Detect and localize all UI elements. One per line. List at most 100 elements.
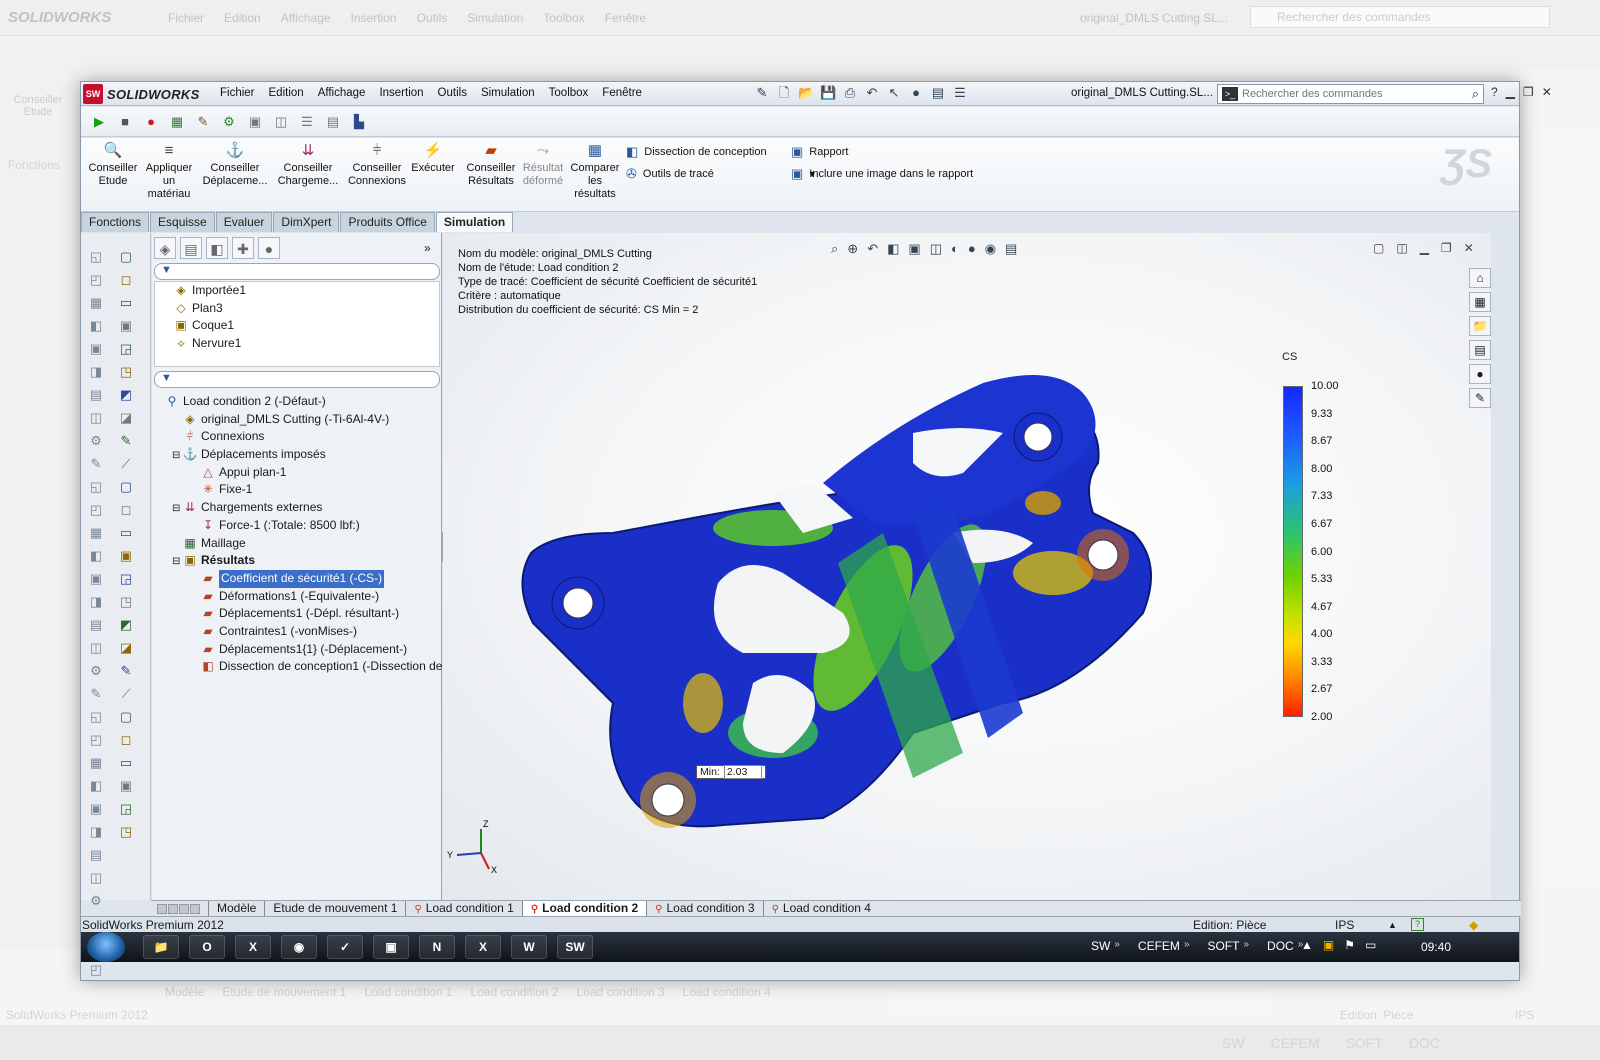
graphics-area[interactable]: ⌕ ⊕ ↶ ◧ ▣ ◫ ◐ ● ◉ ▤ ▢ ◫ ▁ ❐ ✕ Nom du mod… <box>443 233 1491 900</box>
feature-tool-icon[interactable]: ◲ <box>117 571 135 587</box>
appearances-icon[interactable]: ● <box>1469 364 1491 384</box>
study-filter-field[interactable]: ▼ <box>154 371 440 388</box>
cm-report-button[interactable]: ▣ Rapport <box>791 144 848 160</box>
network-icon[interactable]: ▣ <box>373 935 409 959</box>
view-palette-icon[interactable]: ▤ <box>1469 340 1491 360</box>
units-chevron-up-icon[interactable]: ▲ <box>1388 920 1397 930</box>
word-icon[interactable]: W <box>511 935 547 959</box>
cm-results-advisor-button[interactable]: ▰ Conseiller Résultats <box>465 142 517 188</box>
feature-tree-item[interactable]: ▣ Coque1 <box>155 317 439 335</box>
cm-material-button[interactable]: ≡ Appliquer un matériau <box>143 142 195 201</box>
sketch-tool-icon[interactable]: ▣ <box>87 571 105 587</box>
restore-icon[interactable]: ❐ <box>1523 85 1534 99</box>
study-tree-item[interactable]: ⚲ Load condition 2 (-Défaut-) <box>152 393 442 411</box>
feature-filter-field[interactable]: ▼ <box>154 263 440 280</box>
sketch-tool-icon[interactable]: ◱ <box>87 249 105 265</box>
new-document-icon[interactable]: 🗋 <box>776 85 792 101</box>
chevron-right-icon[interactable]: » <box>1243 939 1249 953</box>
firefox-icon[interactable]: ◉ <box>281 935 317 959</box>
feature-tool-icon[interactable]: ▣ <box>117 778 135 794</box>
feature-tool-icon[interactable]: ▭ <box>117 755 135 771</box>
action-center-icon[interactable]: ⚑ <box>1344 938 1355 952</box>
cm-design-study-button[interactable]: ◧ Dissection de conception <box>626 144 767 160</box>
next-tab-icon[interactable] <box>179 903 189 914</box>
sketch-tool-icon[interactable]: ◧ <box>87 778 105 794</box>
status-units[interactable]: IPS <box>1335 918 1354 932</box>
tab-simulation[interactable]: Simulation <box>435 212 514 232</box>
cm-deformed-result-button[interactable]: ⤳ Résultat déformé <box>521 142 565 188</box>
list-icon[interactable]: ☰ <box>297 112 317 132</box>
feature-tool-icon[interactable]: ▢ <box>117 479 135 495</box>
feature-tool-icon[interactable]: ▢ <box>117 249 135 265</box>
sketch-tool-icon[interactable]: ◱ <box>87 709 105 725</box>
custom-properties-icon[interactable]: ✎ <box>1469 388 1491 408</box>
feature-tool-icon[interactable]: ▭ <box>117 295 135 311</box>
cm-compare-results-button[interactable]: ▦ Comparer les résultats <box>569 142 621 201</box>
traffic-light-icon[interactable]: ● <box>908 85 924 101</box>
pin-icon[interactable]: ✎ <box>754 85 770 101</box>
table-icon[interactable]: ▤ <box>323 112 343 132</box>
solidworks-icon[interactable]: SW <box>557 935 593 959</box>
menu-fichier[interactable]: Fichier <box>213 86 262 100</box>
tag-icon[interactable]: ◆ <box>1469 918 1478 932</box>
feature-tool-icon[interactable]: ▣ <box>117 318 135 334</box>
clock[interactable]: 09:40 <box>1421 940 1451 954</box>
folder-icon[interactable]: 📁 <box>143 935 179 959</box>
cm-advisor-button[interactable]: 🔍 Conseiller Etude <box>87 142 139 188</box>
cm-run-button[interactable]: ⚡ Exécuter <box>411 142 455 175</box>
study-tab[interactable]: Modèle <box>208 901 264 916</box>
sketch-tool-icon[interactable]: ◫ <box>87 870 105 886</box>
sketch-tool-icon[interactable]: ▦ <box>87 525 105 541</box>
feature-tool-icon[interactable]: ◻ <box>117 502 135 518</box>
study-tree-item[interactable]: △ Appui plan-1 <box>152 464 442 482</box>
select-icon[interactable]: ↖ <box>886 85 902 101</box>
record-icon[interactable]: ● <box>141 112 161 132</box>
study-tree-item[interactable]: ✳ Fixe-1 <box>152 481 442 499</box>
stop-icon[interactable]: ■ <box>115 112 135 132</box>
sketch-tool-icon[interactable]: ◰ <box>87 502 105 518</box>
sketch-tool-icon[interactable]: ✎ <box>87 456 105 472</box>
chevron-right-icon[interactable]: » <box>1114 939 1120 953</box>
feature-tool-icon[interactable]: ◻ <box>117 272 135 288</box>
collapse-toggle-icon[interactable]: ⊟ <box>172 447 182 464</box>
feature-tool-icon[interactable]: ◳ <box>117 824 135 840</box>
sketch-tool-icon[interactable]: ◰ <box>87 732 105 748</box>
study-tree-item[interactable]: ⊟ ⇊ Chargements externes <box>152 499 442 517</box>
sketch-tool-icon[interactable]: ◰ <box>87 272 105 288</box>
study-tab[interactable]: ⚲ Load condition 4 <box>762 901 879 916</box>
options-icon[interactable]: ☰ <box>952 85 968 101</box>
study-tab[interactable]: ⚲ Load condition 2 <box>521 901 647 916</box>
sketch-tool-icon[interactable]: ⚙ <box>87 663 105 679</box>
edit-study-icon[interactable]: ✎ <box>193 112 213 132</box>
collapse-toggle-icon[interactable]: ⊟ <box>172 553 182 570</box>
feature-tool-icon[interactable]: ⟋ <box>117 686 135 702</box>
taskbar-toolbar-sw[interactable]: SW <box>1091 939 1110 953</box>
study-settings-icon[interactable]: ⚙ <box>219 112 239 132</box>
sketch-tool-icon[interactable]: ▦ <box>87 295 105 311</box>
dimxpert-manager-icon[interactable]: ✚ <box>232 237 254 259</box>
feature-tool-icon[interactable]: ◳ <box>117 594 135 610</box>
tab-esquisse[interactable]: Esquisse <box>150 212 215 232</box>
chart-icon[interactable]: ▙ <box>349 112 369 132</box>
expand-panel-icon[interactable]: » <box>424 241 431 255</box>
feature-manager-icon[interactable]: ◈ <box>154 237 176 259</box>
last-tab-icon[interactable] <box>190 903 200 914</box>
menu-affichage[interactable]: Affichage <box>311 86 373 100</box>
display-manager-icon[interactable]: ● <box>258 237 280 259</box>
study-tab[interactable]: ⚲ Load condition 1 <box>405 901 521 916</box>
study-tab[interactable]: Etude de mouvement 1 <box>264 901 405 916</box>
sketch-tool-icon[interactable]: ⚙ <box>87 893 105 909</box>
property-manager-icon[interactable]: ▤ <box>180 237 202 259</box>
tab-dimxpert[interactable]: DimXpert <box>273 212 340 232</box>
study-tree-item[interactable]: ▰ Déplacements1{1} (-Déplacement-) <box>152 641 442 659</box>
taskbar-toolbar-doc[interactable]: DOC <box>1267 939 1294 953</box>
study-tree-item[interactable]: ◧ Dissection de conception1 (-Dissection … <box>152 658 442 676</box>
outlook-tray-icon[interactable]: ▣ <box>1323 938 1334 952</box>
sketch-tool-icon[interactable]: ◨ <box>87 594 105 610</box>
feature-tree-item[interactable]: ◈ Importée1 <box>155 282 439 300</box>
excel-icon[interactable]: X <box>465 935 501 959</box>
help-icon[interactable]: ? <box>1491 85 1498 99</box>
network-icon[interactable]: ▭ <box>1365 938 1376 952</box>
study-tree-item[interactable]: ▰ Coefficient de sécurité1 (-CS-) <box>152 569 442 588</box>
menu-outils[interactable]: Outils <box>431 86 474 100</box>
